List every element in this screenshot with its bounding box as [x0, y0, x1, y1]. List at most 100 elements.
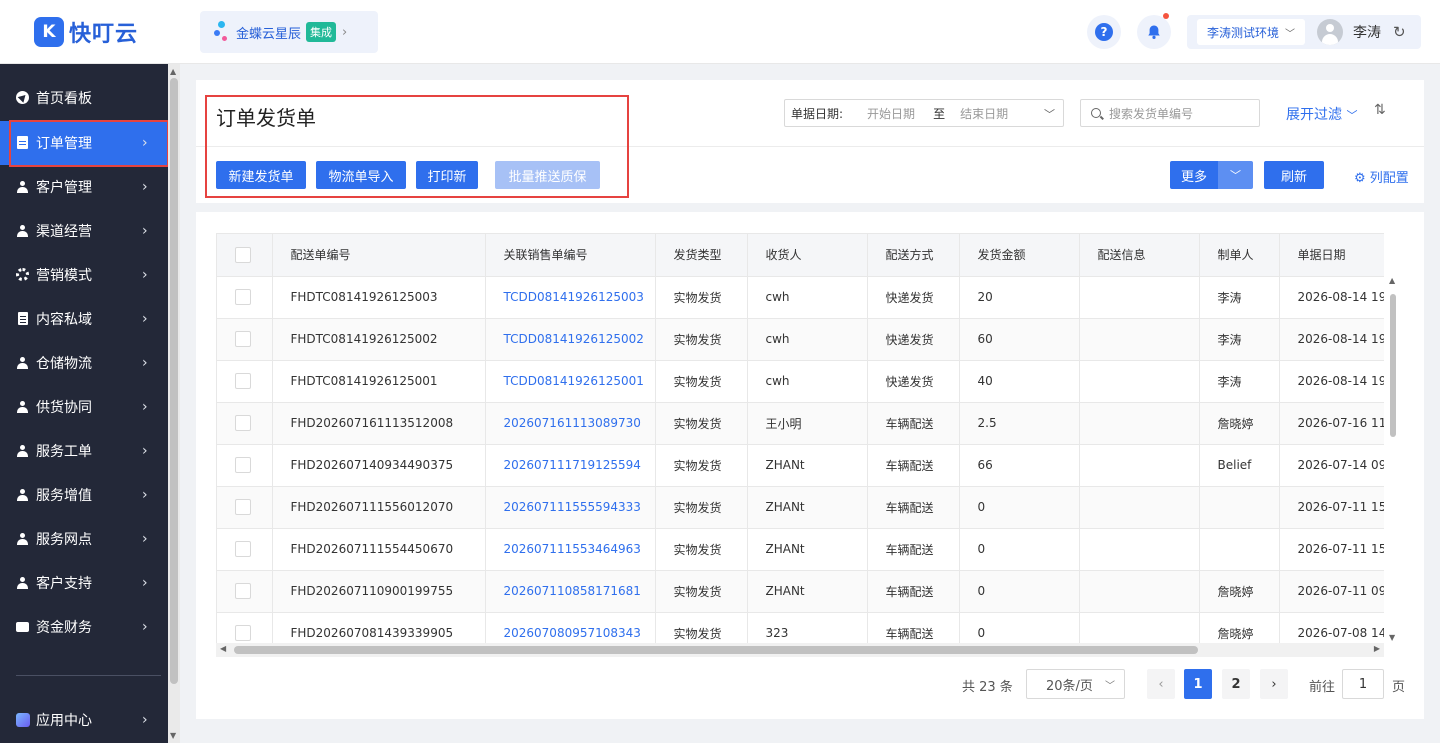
batch-push-warranty-button[interactable]: 批量推送质保	[495, 161, 600, 189]
sales-order-link[interactable]: TCDD08141926125003	[485, 276, 656, 319]
end-date-input[interactable]: 结束日期	[960, 105, 1008, 122]
integration-app-chip[interactable]: 金蝶云星辰 集成 ›	[200, 11, 378, 53]
row-checkbox[interactable]	[235, 499, 251, 515]
table-row[interactable]: FHDTC08141926125003 TCDD08141926125003 实物发…	[217, 276, 1384, 319]
row-checkbox-cell[interactable]	[217, 402, 273, 445]
sidebar-item-app-center[interactable]: 应用中心 ›	[0, 698, 168, 742]
column-config-link[interactable]: ⚙ 列配置	[1354, 167, 1409, 186]
new-delivery-button[interactable]: 新建发货单	[216, 161, 306, 189]
row-checkbox-cell[interactable]	[217, 486, 273, 529]
scroll-right-icon[interactable]: ▶	[1374, 644, 1380, 653]
sidebar-scroll-thumb[interactable]	[170, 78, 178, 684]
table-row[interactable]: FHD202607140934490375 202607111719125594 实…	[217, 444, 1384, 487]
avatar[interactable]	[1317, 19, 1344, 45]
table-row[interactable]: FHDTC08141926125002 TCDD08141926125002 实物发…	[217, 318, 1384, 361]
table-row[interactable]: FHD202607161113512008 202607161113089730 实…	[217, 402, 1384, 445]
select-all-checkbox-cell[interactable]	[217, 234, 273, 277]
column-header[interactable]: 制单人	[1199, 234, 1280, 277]
column-header[interactable]: 配送单编号	[272, 234, 486, 277]
column-header[interactable]: 配送信息	[1079, 234, 1200, 277]
scroll-up-icon[interactable]: ▲	[1389, 276, 1395, 285]
column-header[interactable]: 发货金额	[959, 234, 1080, 277]
sidebar-item-service-outlets[interactable]: 服务网点 ›	[0, 517, 168, 561]
user-name[interactable]: 李涛	[1353, 22, 1381, 42]
prev-page-button[interactable]: ‹	[1147, 669, 1175, 699]
import-logistics-button[interactable]: 物流单导入	[316, 161, 406, 189]
sidebar-item-channel-operation[interactable]: 渠道经营 ›	[0, 209, 168, 253]
row-checkbox-cell[interactable]	[217, 276, 273, 319]
page-button-2[interactable]: 2	[1222, 669, 1250, 699]
table-horizontal-scrollbar[interactable]: ◀ ▶	[216, 643, 1384, 657]
table-vertical-scroll-thumb[interactable]	[1390, 294, 1396, 437]
scroll-down-icon[interactable]: ▼	[170, 731, 176, 740]
start-date-input[interactable]: 开始日期	[867, 105, 915, 122]
page-size-select[interactable]: 20条/页 ﹀	[1026, 669, 1125, 699]
sales-order-link[interactable]: 202607161113089730	[485, 402, 656, 445]
search-input[interactable]: 搜索发货单编号	[1080, 99, 1260, 127]
select-all-checkbox[interactable]	[235, 246, 251, 263]
sales-order-link[interactable]: 202607080957108343	[485, 612, 656, 643]
column-header[interactable]: 发货类型	[655, 234, 748, 277]
row-checkbox-cell[interactable]	[217, 570, 273, 613]
column-header[interactable]: 收货人	[747, 234, 868, 277]
scroll-left-icon[interactable]: ◀	[220, 644, 226, 653]
sales-order-link[interactable]: 202607111719125594	[485, 444, 656, 487]
app-logo[interactable]: K 快叮云	[34, 16, 138, 48]
next-page-button[interactable]: ›	[1260, 669, 1288, 699]
row-checkbox[interactable]	[235, 457, 251, 473]
sidebar-item-supply-collaboration[interactable]: 供货协同 ›	[0, 385, 168, 429]
help-button[interactable]: ?	[1087, 15, 1121, 49]
sidebar-item-order-management[interactable]: 订单管理 ›	[0, 121, 168, 165]
sidebar-item-warehouse-logistics[interactable]: 仓储物流 ›	[0, 341, 168, 385]
refresh-button[interactable]: 刷新	[1264, 161, 1324, 189]
row-checkbox[interactable]	[235, 373, 251, 389]
sidebar-item-value-added-services[interactable]: 服务增值 ›	[0, 473, 168, 517]
sidebar-item-marketing-mode[interactable]: 营销模式 ›	[0, 253, 168, 297]
row-checkbox[interactable]	[235, 583, 251, 599]
row-checkbox-cell[interactable]	[217, 318, 273, 361]
row-checkbox-cell[interactable]	[217, 612, 273, 643]
column-header[interactable]: 配送方式	[867, 234, 960, 277]
row-checkbox-cell[interactable]	[217, 444, 273, 487]
chevron-down-icon[interactable]: ﹀	[1044, 106, 1055, 122]
table-row[interactable]: FHDTC08141926125001 TCDD08141926125001 实物发…	[217, 360, 1384, 403]
sidebar-item-dashboard[interactable]: 首页看板	[0, 76, 168, 120]
row-checkbox[interactable]	[235, 331, 251, 347]
print-button[interactable]: 打印新	[416, 161, 478, 189]
reload-icon[interactable]: ↻	[1393, 23, 1406, 41]
page-button-1[interactable]: 1	[1184, 669, 1212, 699]
row-checkbox-cell[interactable]	[217, 528, 273, 571]
sidebar-scrollbar[interactable]: ▲ ▼	[168, 64, 180, 743]
row-checkbox[interactable]	[235, 541, 251, 557]
sidebar-item-customer-management[interactable]: 客户管理 ›	[0, 165, 168, 209]
table-vertical-scrollbar[interactable]: ▲ ▼	[1388, 276, 1398, 642]
notification-button[interactable]	[1137, 13, 1171, 49]
table-row[interactable]: FHD202607110900199755 202607110858171681 实…	[217, 570, 1384, 613]
sales-order-link[interactable]: 202607111553464963	[485, 528, 656, 571]
table-row[interactable]: FHD202607081439339905 202607080957108343 实…	[217, 612, 1384, 643]
row-checkbox[interactable]	[235, 415, 251, 431]
sidebar-item-service-tickets[interactable]: 服务工单 ›	[0, 429, 168, 473]
sidebar-item-content-private[interactable]: 内容私域 ›	[0, 297, 168, 341]
sidebar-item-finance[interactable]: 资金财务 ›	[0, 605, 168, 649]
environment-select[interactable]: 李涛测试环境 ﹀	[1197, 19, 1306, 45]
sort-icon[interactable]: ⇅	[1374, 102, 1386, 118]
column-header[interactable]: 关联销售单编号	[485, 234, 656, 277]
row-checkbox-cell[interactable]	[217, 360, 273, 403]
sales-order-link[interactable]: 202607110858171681	[485, 570, 656, 613]
date-range-picker[interactable]: 单据日期: 开始日期 至 结束日期 ﹀	[784, 99, 1064, 127]
sales-order-link[interactable]: 202607111555594333	[485, 486, 656, 529]
expand-filter-link[interactable]: 展开过滤 ﹀	[1286, 104, 1357, 124]
row-checkbox[interactable]	[235, 625, 251, 641]
more-dropdown-button[interactable]: 更多 ﹀	[1170, 161, 1253, 189]
more-button-label[interactable]: 更多	[1170, 161, 1218, 189]
table-row[interactable]: FHD202607111556012070 202607111555594333 实…	[217, 486, 1384, 529]
sidebar-item-customer-support[interactable]: 客户支持 ›	[0, 561, 168, 605]
column-header[interactable]: 单据日期	[1279, 234, 1384, 277]
row-checkbox[interactable]	[235, 289, 251, 305]
table-row[interactable]: FHD202607111554450670 202607111553464963 实…	[217, 528, 1384, 571]
sales-order-link[interactable]: TCDD08141926125002	[485, 318, 656, 361]
scroll-up-icon[interactable]: ▲	[170, 67, 176, 76]
sales-order-link[interactable]: TCDD08141926125001	[485, 360, 656, 403]
scroll-down-icon[interactable]: ▼	[1389, 633, 1395, 642]
